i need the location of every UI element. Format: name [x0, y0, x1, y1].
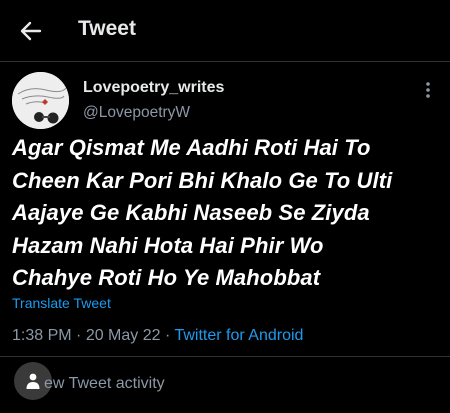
author-handle[interactable]: @LovepoetryW — [83, 104, 190, 122]
tweet-text: Agar Qismat Me Aadhi Roti Hai To Cheen K… — [12, 135, 393, 291]
more-vertical-icon — [426, 82, 430, 98]
top-bar: Tweet — [0, 0, 450, 58]
back-button[interactable] — [18, 18, 44, 44]
meta-separator: · — [71, 327, 86, 344]
author-name[interactable]: Lovepoetry_writes — [83, 79, 224, 97]
header-divider — [0, 61, 450, 62]
avatar-image — [12, 72, 69, 129]
tweet-source-link[interactable]: Twitter for Android — [174, 327, 303, 344]
page-title: Tweet — [78, 17, 136, 40]
tweet-time: 1:38 PM — [12, 327, 72, 344]
tweet-date: 20 May 22 — [85, 327, 161, 344]
translate-tweet-link[interactable]: Translate Tweet — [12, 295, 111, 311]
meta-divider — [0, 356, 450, 357]
meta-separator: · — [160, 327, 175, 344]
view-tweet-activity-link[interactable]: ew Tweet activity — [44, 375, 165, 393]
arrow-left-icon — [20, 21, 42, 41]
more-options-button[interactable] — [418, 80, 438, 100]
tweet-meta: 1:38 PM · 20 May 22 · Twitter for Androi… — [12, 327, 303, 345]
person-icon — [26, 373, 40, 389]
avatar[interactable] — [12, 72, 69, 129]
